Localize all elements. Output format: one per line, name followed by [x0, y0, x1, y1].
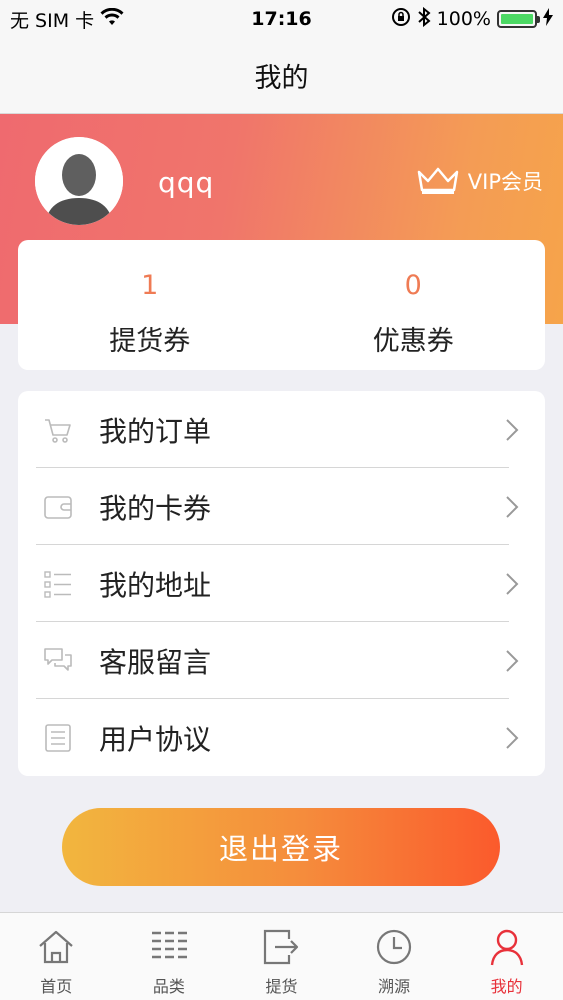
- status-bar: 无 SIM 卡 17:16 100%: [0, 0, 563, 38]
- wallet-icon: [43, 492, 73, 522]
- username: qqq: [158, 166, 215, 199]
- vip-badge[interactable]: VIP会员: [416, 166, 543, 196]
- chevron-right-icon: [505, 649, 519, 673]
- coupon-discount[interactable]: 0 优惠券: [282, 240, 546, 370]
- cart-icon: [43, 415, 73, 445]
- menu-item-coupons[interactable]: 我的卡券: [18, 468, 545, 545]
- tab-label: 我的: [490, 977, 523, 996]
- tab-mine[interactable]: 我的: [450, 913, 563, 1000]
- menu-item-user-agreement[interactable]: 用户协议: [18, 699, 545, 776]
- document-icon: [43, 723, 73, 753]
- user-icon: [487, 927, 527, 967]
- chevron-right-icon: [505, 726, 519, 750]
- chat-icon: [43, 646, 73, 676]
- menu-item-label: 用户协议: [99, 722, 212, 756]
- battery-percent: 100%: [436, 8, 491, 30]
- clock-icon: [374, 927, 414, 967]
- menu-item-address[interactable]: 我的地址: [18, 545, 545, 622]
- tab-label: 溯源: [378, 977, 411, 996]
- crown-icon: [417, 167, 459, 194]
- battery-icon: [497, 10, 540, 28]
- tab-home[interactable]: 首页: [0, 913, 113, 1000]
- carrier-label: 无 SIM 卡: [10, 9, 95, 32]
- orientation-lock-icon: [391, 7, 411, 32]
- menu-item-orders[interactable]: 我的订单: [18, 391, 545, 468]
- menu-item-label: 客服留言: [99, 645, 212, 679]
- menu-item-label: 我的订单: [99, 414, 212, 448]
- menu-item-label: 我的卡券: [99, 491, 212, 525]
- status-bar-right: 100%: [391, 6, 553, 32]
- tab-pickup[interactable]: 提货: [225, 913, 338, 1000]
- status-bar-left: 无 SIM 卡: [10, 6, 124, 33]
- menu-item-customer-service[interactable]: 客服留言: [18, 622, 545, 699]
- home-icon: [36, 927, 76, 967]
- chevron-right-icon: [505, 495, 519, 519]
- tab-label: 提货: [265, 977, 298, 996]
- pickup-coupon-label: 提货券: [109, 326, 191, 357]
- coupon-summary-card: 1 提货券 0 优惠券: [18, 240, 545, 370]
- tab-trace[interactable]: 溯源: [338, 913, 451, 1000]
- menu-item-label: 我的地址: [99, 568, 212, 602]
- avatar[interactable]: [35, 137, 123, 225]
- list-icon: [43, 569, 73, 599]
- discount-coupon-label: 优惠券: [372, 326, 454, 357]
- pickup-coupon-count: 1: [141, 270, 159, 301]
- tab-label: 首页: [40, 977, 73, 996]
- chevron-right-icon: [505, 418, 519, 442]
- page-title: 我的: [254, 63, 309, 94]
- discount-coupon-count: 0: [404, 270, 422, 301]
- navigation-bar: 我的: [0, 38, 563, 114]
- wifi-icon: [100, 7, 124, 31]
- category-icon: [149, 927, 189, 967]
- tab-bar: 首页 品类 提货 溯源 我的: [0, 912, 563, 1000]
- coupon-pickup[interactable]: 1 提货券: [18, 240, 282, 370]
- logout-button[interactable]: 退出登录: [62, 808, 500, 886]
- pickup-icon: [261, 927, 301, 967]
- tab-category[interactable]: 品类: [113, 913, 226, 1000]
- menu-list: 我的订单 我的卡券 我的地址 客服留言 用户协议: [18, 391, 545, 776]
- chevron-right-icon: [505, 572, 519, 596]
- charging-icon: [543, 7, 553, 31]
- vip-label: VIP会员: [467, 170, 543, 194]
- bluetooth-icon: [417, 6, 431, 32]
- avatar-placeholder-icon: [35, 137, 123, 225]
- tab-label: 品类: [152, 977, 185, 996]
